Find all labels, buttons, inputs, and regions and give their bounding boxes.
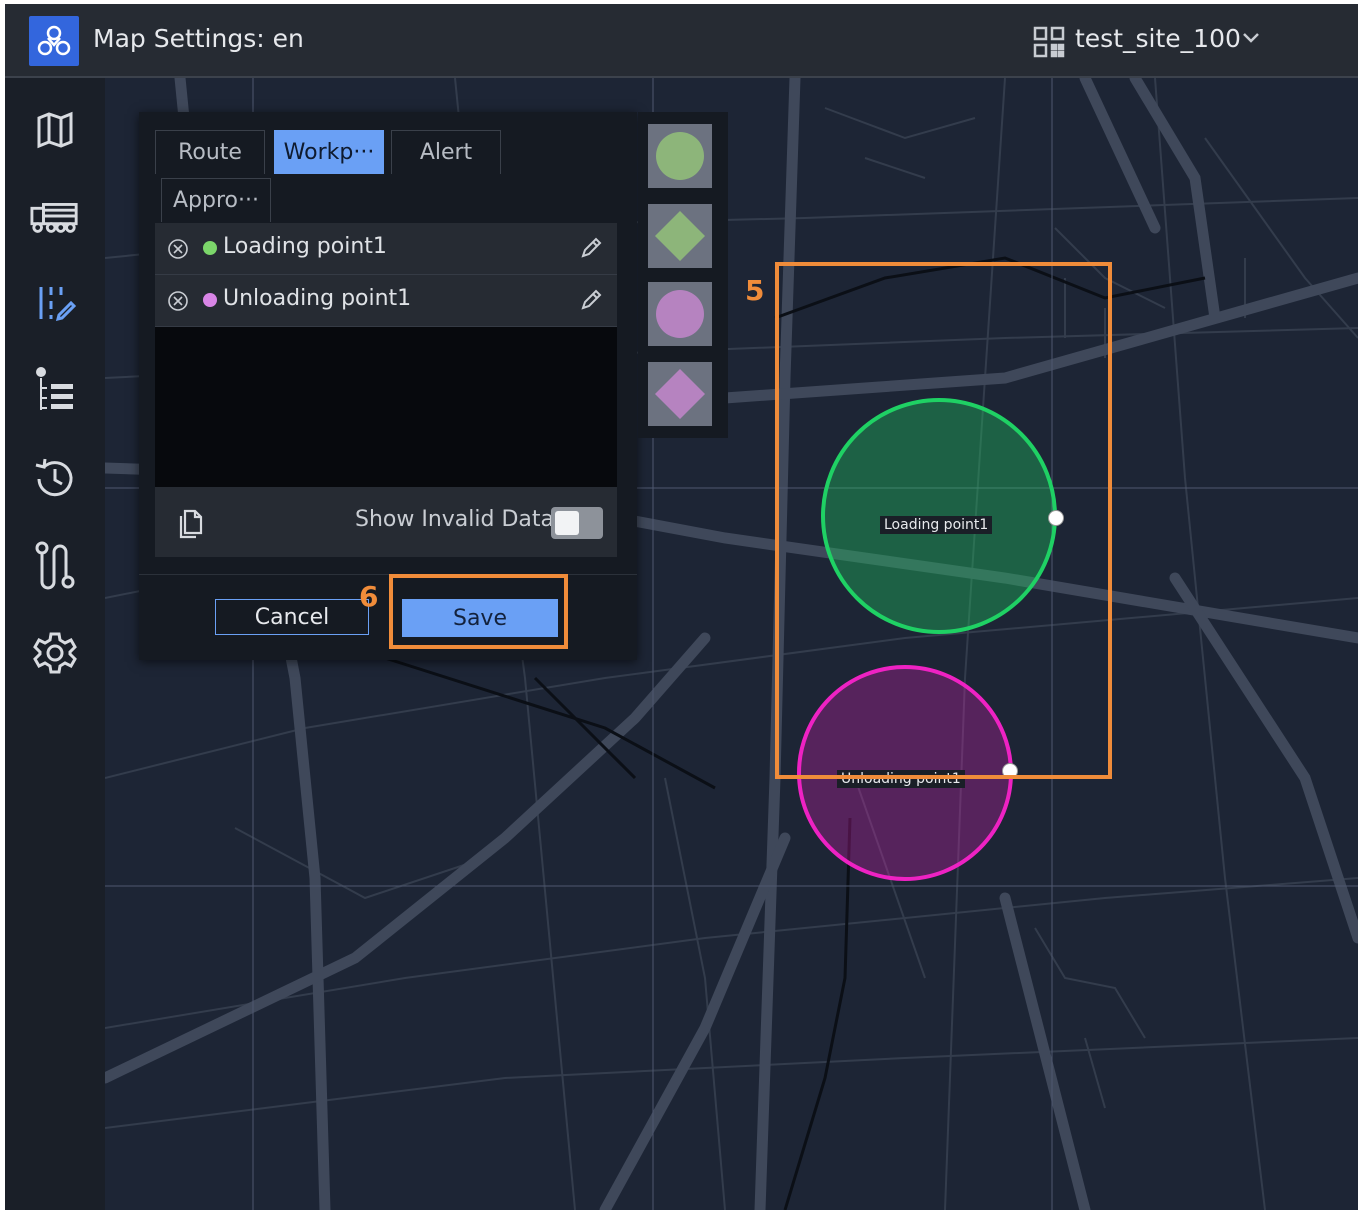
map-edit-icon[interactable] [30, 278, 80, 328]
diamond-shape-green[interactable] [648, 204, 712, 268]
list-icon[interactable] [30, 366, 80, 416]
qr-code-icon[interactable] [1033, 26, 1065, 62]
panel-footer: Show Invalid Data [155, 487, 617, 557]
circle-shape-purple[interactable] [648, 282, 712, 346]
gear-icon[interactable] [30, 628, 80, 678]
show-invalid-toggle[interactable] [551, 507, 603, 539]
shape-palette [638, 112, 728, 438]
tab-route[interactable]: Route [155, 130, 265, 174]
route-icon[interactable] [30, 540, 80, 590]
circle-shape-green[interactable] [648, 124, 712, 188]
toggle-knob [555, 511, 579, 535]
copy-icon[interactable] [177, 507, 205, 543]
tab-workpoint[interactable]: Workp··· [274, 130, 384, 174]
edit-icon[interactable] [579, 236, 603, 266]
status-dot [203, 293, 217, 307]
callout-number-6: 6 [359, 580, 379, 613]
tab-approach[interactable]: Appro··· [161, 178, 271, 222]
chevron-down-icon[interactable] [1241, 30, 1261, 49]
sidebar [5, 78, 105, 1210]
list-item-label: Unloading point1 [223, 286, 412, 311]
callout-box-5 [775, 262, 1112, 779]
map-icon[interactable] [30, 105, 80, 155]
vehicle-icon[interactable] [30, 191, 80, 241]
workpoint-list: Loading point1 Unloading point1 [155, 223, 617, 487]
callout-box-6 [389, 574, 568, 649]
cancel-button[interactable]: Cancel [215, 599, 369, 635]
list-item[interactable]: Unloading point1 [155, 275, 617, 327]
page-title: Map Settings: en [93, 24, 304, 53]
top-bar: Map Settings: en test_site_100 [5, 4, 1358, 78]
history-icon[interactable] [30, 454, 80, 504]
remove-icon[interactable] [167, 238, 189, 266]
diamond-shape-purple[interactable] [648, 362, 712, 426]
site-selector[interactable]: test_site_100 [1075, 24, 1241, 53]
status-dot [203, 241, 217, 255]
tab-alert[interactable]: Alert [391, 130, 501, 174]
show-invalid-data-label: Show Invalid Data [355, 507, 554, 532]
app-window: Map Settings: en test_site_100 Loading p… [5, 4, 1358, 1210]
remove-icon[interactable] [167, 290, 189, 318]
app-logo-icon[interactable] [29, 16, 79, 66]
callout-number-5: 5 [745, 274, 765, 307]
list-item-label: Loading point1 [223, 234, 387, 259]
edit-icon[interactable] [579, 288, 603, 318]
list-item[interactable]: Loading point1 [155, 223, 617, 275]
